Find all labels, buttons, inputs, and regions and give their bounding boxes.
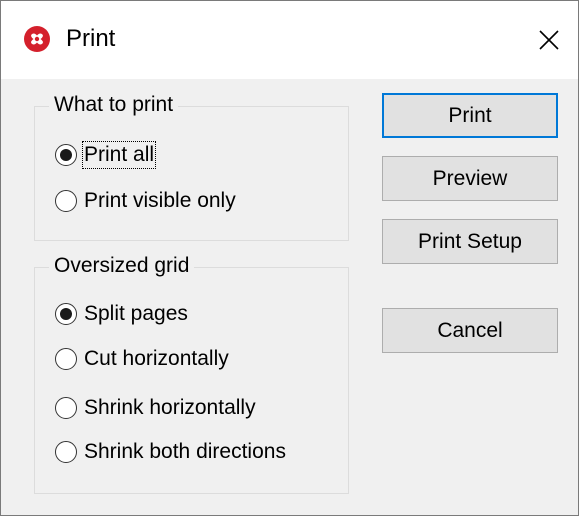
print-setup-button[interactable]: Print Setup	[382, 219, 558, 264]
dialog-title: Print	[66, 25, 116, 52]
preview-button-label: Preview	[432, 166, 508, 190]
radio-button[interactable]	[55, 397, 77, 419]
title-bar: Print	[1, 1, 578, 79]
print-button[interactable]: Print	[382, 93, 558, 138]
radio-label: Cut horizontally	[84, 347, 229, 370]
print-setup-button-label: Print Setup	[418, 229, 522, 253]
what-to-print-legend: What to print	[49, 92, 179, 118]
radio-button-selected[interactable]	[55, 144, 77, 166]
close-button[interactable]	[520, 1, 578, 79]
radio-print-visible-only[interactable]: Print visible only	[55, 185, 238, 217]
close-icon	[539, 30, 559, 50]
radio-label: Shrink horizontally	[84, 396, 256, 419]
radio-label: Print all	[82, 141, 157, 169]
app-logo-icon	[24, 26, 50, 52]
radio-button[interactable]	[55, 190, 77, 212]
radio-label: Split pages	[84, 302, 188, 325]
radio-shrink-both-directions[interactable]: Shrink both directions	[55, 436, 288, 468]
radio-split-pages[interactable]: Split pages	[55, 298, 190, 330]
oversized-grid-legend: Oversized grid	[49, 253, 195, 279]
cancel-button[interactable]: Cancel	[382, 308, 558, 353]
radio-button[interactable]	[55, 441, 77, 463]
cancel-button-label: Cancel	[437, 318, 503, 342]
radio-button[interactable]	[55, 348, 77, 370]
print-dialog: Print What to print Print all Print visi…	[0, 0, 579, 516]
radio-cut-horizontally[interactable]: Cut horizontally	[55, 343, 231, 375]
what-to-print-group: What to print Print all Print visible on…	[34, 92, 349, 241]
radio-shrink-horizontally[interactable]: Shrink horizontally	[55, 392, 258, 424]
oversized-grid-group: Oversized grid Split pages Cut horizonta…	[34, 253, 349, 494]
radio-label: Print visible only	[84, 189, 236, 212]
preview-button[interactable]: Preview	[382, 156, 558, 201]
radio-button-selected[interactable]	[55, 303, 77, 325]
radio-label: Shrink both directions	[84, 440, 286, 463]
radio-print-all[interactable]: Print all	[55, 139, 157, 171]
print-button-label: Print	[448, 103, 492, 127]
